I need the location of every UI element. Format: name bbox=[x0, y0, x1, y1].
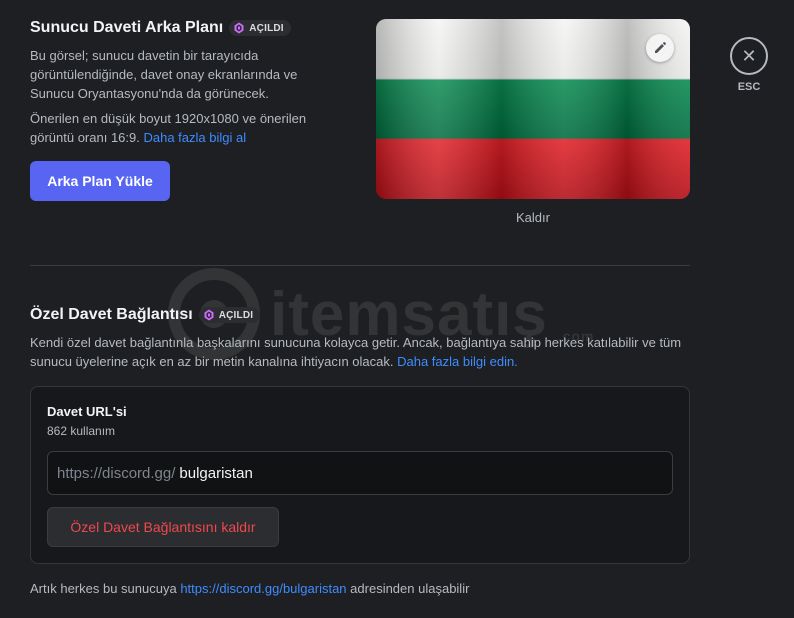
close-button[interactable]: ✕ bbox=[730, 37, 768, 75]
vanity-learn-more-link[interactable]: Daha fazla bilgi edin. bbox=[397, 354, 518, 369]
background-description: Bu görsel; sunucu davetin bir tarayıcıda… bbox=[30, 48, 298, 101]
badge-label: AÇILDI bbox=[218, 309, 254, 321]
url-prefix: https://discord.gg/ bbox=[57, 464, 176, 482]
background-title-text: Sunucu Daveti Arka Planı bbox=[30, 19, 224, 36]
vanity-description: Kendi özel davet bağlantınla başkalarını… bbox=[30, 333, 690, 371]
badge-label: AÇILDI bbox=[249, 22, 284, 34]
edit-background-button[interactable] bbox=[646, 34, 674, 62]
url-value[interactable]: bulgaristan bbox=[179, 465, 252, 482]
pencil-icon bbox=[655, 42, 666, 53]
boost-gem-icon bbox=[204, 309, 214, 321]
invite-url-card: Davet URL'si 862 kullanım https://discor… bbox=[30, 386, 690, 564]
vanity-url-input[interactable]: https://discord.gg/ bulgaristan bbox=[47, 451, 673, 495]
close-icon: ✕ bbox=[741, 45, 757, 66]
vanity-title-text: Özel Davet Bağlantısı bbox=[30, 306, 193, 323]
footer-prefix: Artık herkes bu sunucuya bbox=[30, 581, 177, 596]
flag-wave-shading bbox=[376, 19, 690, 199]
vanity-description-text: Kendi özel davet bağlantınla başkalarını… bbox=[30, 335, 682, 369]
esc-label: ESC bbox=[737, 81, 761, 93]
vanity-section-title: Özel Davet Bağlantısı AÇILDI bbox=[30, 306, 261, 324]
remove-vanity-url-button[interactable]: Özel Davet Bağlantısını kaldır bbox=[47, 507, 279, 547]
remove-background-link[interactable]: Kaldır bbox=[376, 210, 690, 225]
boost-gem-icon bbox=[234, 22, 244, 34]
vanity-footer: Artık herkes bu sunucuya https://discord… bbox=[30, 581, 469, 596]
upload-background-button[interactable]: Arka Plan Yükle bbox=[30, 161, 170, 201]
invite-usage-count: 862 kullanım bbox=[47, 424, 116, 438]
unlocked-badge: AÇILDI bbox=[198, 307, 261, 323]
background-size-info: Önerilen en düşük boyut 1920x1080 ve öne… bbox=[30, 109, 330, 147]
learn-more-link[interactable]: Daha fazla bilgi al bbox=[143, 130, 246, 145]
invite-url-label: Davet URL'si bbox=[47, 404, 127, 419]
background-section-title: Sunucu Daveti Arka Planı AÇILDI bbox=[30, 19, 291, 37]
vanity-url-link[interactable]: https://discord.gg/bulgaristan bbox=[180, 581, 346, 596]
unlocked-badge: AÇILDI bbox=[229, 20, 291, 36]
section-divider bbox=[30, 265, 690, 266]
footer-suffix: adresinden ulaşabilir bbox=[350, 581, 470, 596]
background-preview-image bbox=[376, 19, 690, 199]
